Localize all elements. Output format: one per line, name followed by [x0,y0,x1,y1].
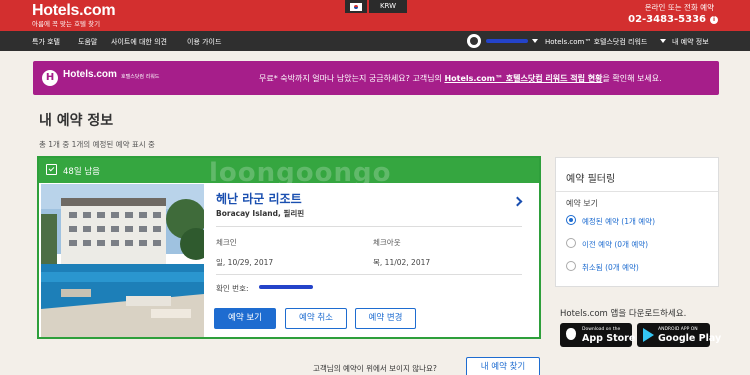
banner-text-pre: 무료* 숙박까지 얼마나 남았는지 궁금하세요? 고객님의 [259,74,442,83]
option-count: (0개 예약) [605,263,639,272]
divider [216,226,522,227]
chevron-right-icon[interactable] [512,196,523,207]
banner-brand: Hotels.com [63,69,117,80]
filter-option-cancelled[interactable]: 취소됨 (0개 예약) [582,262,639,273]
option-label: 이전 예약 [582,240,612,249]
view-booking-button[interactable]: 예약 보기 [214,308,276,329]
checkout-date: 목, 11/02, 2017 [373,258,431,267]
googleplay-small-text: ANDROID APP ON [658,327,698,332]
filter-title: 예약 필터링 [566,174,616,185]
results-count: 총 1개 중 1개의 예정된 예약 표시 중 [39,140,155,149]
booking-card: 48일 남음 loongoongo 헤난 라군 리조트 Boracay Isla… [37,156,541,339]
divider [216,274,522,275]
option-count: (1개 예약) [621,217,655,226]
option-count: (0개 예약) [614,240,649,249]
tagline: 아름에 꼭 맞는 호텔 찾기 [32,20,101,28]
phone-label: 온라인 또는 전화 예약 [644,3,714,12]
nav-feedback[interactable]: 사이트에 대한 의견 [111,37,167,47]
hotel-photo[interactable] [41,184,204,337]
app-download-title: Hotels.com 앱을 다운로드하세요. [560,309,687,319]
username-redacted[interactable] [486,39,528,43]
googleplay-big-text: Google Play [658,333,722,344]
radio-cancelled[interactable] [566,261,576,271]
checkout-label: 체크아웃 [373,238,401,247]
info-icon[interactable]: i [710,16,718,24]
banner-brand-sub: 호텔스닷컴 리워드 [121,74,160,80]
checkin-date: 일, 10/29, 2017 [216,258,274,267]
korea-flag-icon[interactable] [345,0,367,13]
cancel-booking-button[interactable]: 예약 취소 [285,308,347,329]
missing-booking-question: 고객님의 예약이 위에서 보이지 않나요? [313,364,437,373]
change-booking-button[interactable]: 예약 변경 [355,308,416,329]
nav-guide[interactable]: 이용 가이드 [187,37,221,47]
booking-card-header: 48일 남음 loongoongo [39,158,539,188]
top-header: Hotels.com 아름에 꼭 맞는 호텔 찾기 KRW 온라인 또는 전화 … [0,0,750,31]
option-label: 예정된 예약 [582,217,619,226]
nav-my-bookings[interactable]: 내 예약 정보 [672,37,709,47]
app-store-badge[interactable]: Download on the App Store [560,323,636,347]
google-play-badge[interactable]: ANDROID APP ON Google Play [637,323,721,347]
days-left: 48일 남음 [63,167,100,177]
nav-deals[interactable]: 특가 호텔 [32,37,60,47]
confirmation-label: 확인 번호: [216,284,249,293]
filter-subtitle: 예약 보기 [566,199,598,208]
main-nav: 특가 호텔 도움말 사이트에 대한 의견 이용 가이드 Hotels.com™ … [0,31,750,51]
apple-icon [566,328,576,340]
rewards-logo-icon: H [42,70,58,86]
confirmation-number-redacted [259,285,313,289]
chevron-down-icon[interactable] [660,39,666,43]
watermark: loongoongo [209,158,392,188]
appstore-small-text: Download on the [582,327,621,332]
avatar[interactable] [467,34,481,48]
option-label: 취소됨 [582,263,603,272]
banner-text-post: 을 확인해 보세요. [602,74,662,83]
rewards-banner[interactable]: H Hotels.com 호텔스닷컴 리워드 무료* 숙박까지 얼마나 남았는지… [33,61,719,95]
currency-selector[interactable]: KRW [369,0,407,13]
banner-text: 무료* 숙박까지 얼마나 남았는지 궁금하세요? 고객님의 Hotels.com… [259,73,662,84]
filter-option-upcoming[interactable]: 예정된 예약 (1개 예약) [582,216,655,227]
nav-rewards[interactable]: Hotels.com™ 호텔스닷컴 리워드 [545,37,647,47]
filter-panel: 예약 필터링 예약 보기 예정된 예약 (1개 예약) 이전 예약 (0개 예약… [555,157,719,287]
google-play-icon [643,328,654,342]
phone-number[interactable]: 02-3483-5336 [628,14,706,25]
nav-help[interactable]: 도움말 [78,37,97,47]
rewards-status-link[interactable]: Hotels.com™ 호텔스닷컴 리워드 적립 현황 [444,74,602,83]
radio-upcoming[interactable] [566,215,576,225]
hotel-name-link[interactable]: 헤난 라군 리조트 [216,190,302,207]
divider [556,191,718,192]
appstore-big-text: App Store [582,333,636,344]
checkin-label: 체크인 [216,238,237,247]
filter-option-past[interactable]: 이전 예약 (0개 예약) [582,239,648,250]
find-booking-button[interactable]: 내 예약 찾기 [466,357,540,375]
hotel-location: Boracay Island, 필리핀 [216,209,305,218]
chevron-down-icon[interactable] [532,39,538,43]
radio-past[interactable] [566,238,576,248]
calendar-check-icon [46,164,57,175]
page-title: 내 예약 정보 [39,113,114,129]
